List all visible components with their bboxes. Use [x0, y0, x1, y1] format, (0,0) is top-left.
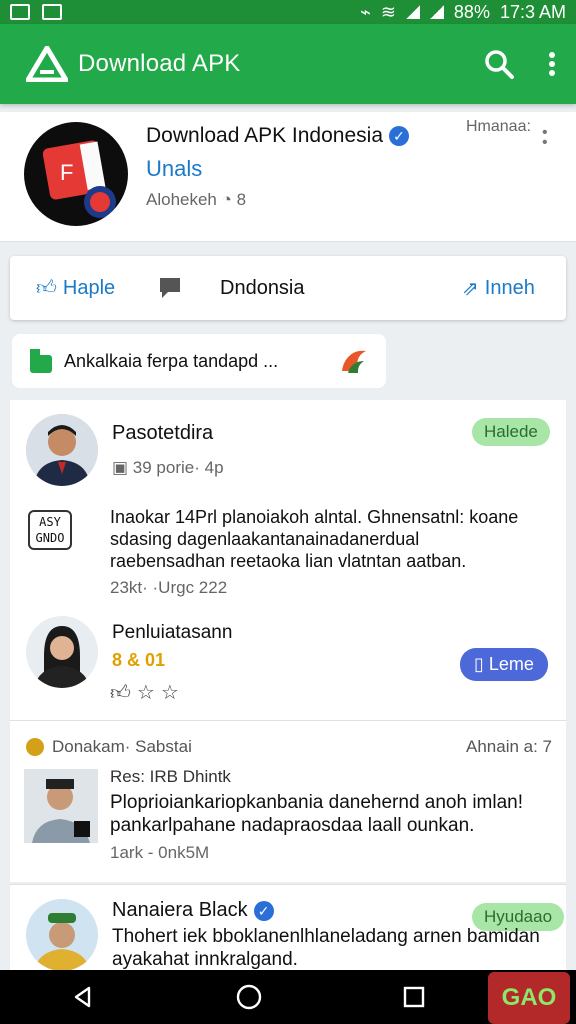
- comment-icon: [160, 278, 180, 298]
- app-bar: Download APK: [0, 24, 576, 104]
- profile-more-icon[interactable]: • •: [542, 125, 548, 151]
- vibrate-icon: ⌁: [359, 1, 371, 22]
- tab-home[interactable]: 👍︎ Haple: [36, 276, 115, 300]
- home-icon[interactable]: [236, 984, 262, 1010]
- signal-icon: [405, 5, 420, 19]
- tab-bar: 👍︎ Haple Dndonsia ⇗ Inneh: [10, 256, 566, 320]
- post2-rating: 8 & 01: [112, 650, 166, 670]
- profile-card: F Download APK Indonesia ✓ Unals Alohekeh…: [0, 112, 576, 242]
- news-right-label: Ahnain a: 7: [466, 737, 553, 756]
- signal-icon-2: [429, 5, 444, 19]
- share-icon: ⇗: [462, 277, 479, 300]
- app-title: Download APK: [78, 50, 241, 77]
- status-bar: ⌁ ≋ 88% 17:3 AM: [0, 0, 576, 24]
- post2-follow-button[interactable]: ▯ Leme: [460, 648, 548, 681]
- tab-comment[interactable]: [158, 276, 182, 300]
- post2-actions: 👍︎☆☆: [110, 680, 185, 705]
- image-icon: ▣: [112, 458, 133, 477]
- news-photo: [24, 769, 98, 843]
- post3-card: Nanaiera Black ✓ Hyudaao Thohert iek bbok…: [10, 884, 566, 974]
- post1-avatar[interactable]: [26, 414, 98, 486]
- profile-subtitle[interactable]: Unals: [146, 156, 202, 182]
- person-photo-2: [26, 616, 98, 688]
- clock: 17:3 AM: [499, 1, 566, 22]
- news-thumbnail[interactable]: [24, 769, 98, 843]
- news-meta: 1ark - 0nk5M: [110, 843, 210, 862]
- post1-tag-icon: ASY GNDO: [28, 510, 72, 550]
- post1-author[interactable]: Pasotetdira: [112, 422, 213, 445]
- post1-badge[interactable]: Halede: [472, 418, 550, 446]
- notification-icon: [10, 4, 30, 20]
- profile-avatar[interactable]: F: [24, 122, 128, 226]
- svg-text:F: F: [60, 160, 73, 185]
- profile-name: Download APK Indonesia ✓: [146, 124, 409, 148]
- star-icon-2[interactable]: ☆: [161, 682, 185, 704]
- news-card: Donakam· Sabstai Ahnain a: 7 Res: IRB Dh…: [10, 720, 566, 882]
- like-icon[interactable]: 👍︎: [110, 682, 137, 704]
- person-photo-3: [26, 899, 98, 971]
- post3-avatar[interactable]: [26, 899, 98, 971]
- post1-meta: ▣ 39 porie· 4p: [112, 458, 224, 477]
- news-title[interactable]: Res: IRB Dhintk: [110, 767, 231, 787]
- feed-card: Pasotetdira Halede ▣ 39 porie· 4p ASY GN…: [10, 400, 566, 720]
- thumbs-up-icon: 👍︎: [36, 277, 57, 299]
- post1-stats: 23kt· ·Urgc 222: [110, 578, 228, 597]
- overflow-menu-icon[interactable]: [548, 51, 556, 77]
- profile-menu-label: Hmanaa:: [466, 118, 531, 135]
- battery-level: 88%: [453, 1, 490, 22]
- post3-body: Thohert iek bboklanenlhlaneladang arnen …: [112, 926, 540, 970]
- tab-share[interactable]: ⇗ Inneh: [462, 276, 535, 301]
- app-logo-image: F: [42, 140, 116, 218]
- back-icon[interactable]: [71, 985, 95, 1009]
- tag-icon: ▯: [474, 654, 489, 674]
- message-icon: [42, 4, 62, 20]
- star-icon[interactable]: ☆: [137, 682, 161, 704]
- tab-indonesia[interactable]: Dndonsia: [220, 277, 305, 300]
- news-header: Donakam· Sabstai: [26, 737, 192, 757]
- search-icon[interactable]: [484, 49, 514, 79]
- post2-author[interactable]: Penluiatasann: [112, 622, 232, 644]
- apk-logo-icon: [26, 46, 68, 82]
- post1-body: Inaokar 14Prl planoiakoh alntal. Ghnensa…: [110, 507, 519, 571]
- news-body: Ploprioiankariopkanbania danehernd anoh …: [110, 792, 524, 836]
- clock-icon: ◔: [221, 190, 237, 209]
- promo-chip[interactable]: Ankalkaia ferpa tandapd ...: [12, 334, 386, 388]
- post2-avatar[interactable]: [26, 616, 98, 688]
- verified-icon-2: ✓: [253, 900, 274, 921]
- verified-icon: ✓: [389, 126, 409, 147]
- post3-author[interactable]: Nanaiera Black ✓: [112, 899, 274, 922]
- person-photo: [26, 414, 98, 486]
- news-source-icon: [26, 738, 44, 756]
- corner-badge[interactable]: GAO: [488, 972, 570, 1024]
- recents-icon[interactable]: [403, 986, 425, 1008]
- wifi-icon: ≋: [380, 1, 396, 22]
- profile-meta: Alohekeh ◔ 8: [146, 190, 247, 209]
- flame-logo-icon: [342, 350, 366, 373]
- download-icon: [30, 349, 52, 373]
